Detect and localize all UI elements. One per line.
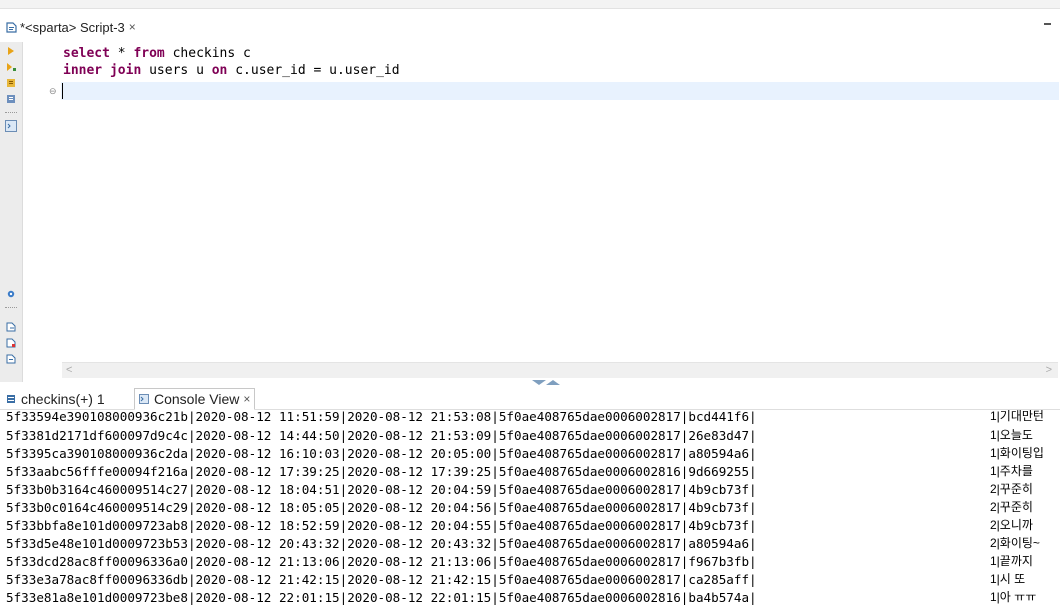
result-grid-icon xyxy=(7,395,15,403)
tab-console-label: Console View xyxy=(154,391,240,407)
console-row: 5f33bbfa8e101d0009723ab8|2020-08-12 18:5… xyxy=(6,518,757,533)
toolbar-separator xyxy=(5,112,17,115)
tab-script-3-label: *<sparta> Script-3 xyxy=(20,19,125,35)
export-icon[interactable] xyxy=(6,322,16,332)
console-row: 5f33d5e48e101d0009723b53|2020-08-12 20:4… xyxy=(6,536,757,551)
tab-results-checkins[interactable]: checkins(+) 1 xyxy=(6,389,105,409)
sql-script-icon xyxy=(6,21,17,33)
console-row: 5f33e3a78ac8ff00096336db|2020-08-12 21:4… xyxy=(6,572,757,587)
console-row: 5f33b0b3164c460009514c27|2020-08-12 18:0… xyxy=(6,482,757,497)
console-icon xyxy=(139,394,149,404)
execute-statement-icon[interactable] xyxy=(6,46,16,56)
load-plan-icon[interactable] xyxy=(6,94,16,104)
tab-console-view[interactable]: Console View × xyxy=(134,388,256,410)
code-lines: select * from checkins c inner join user… xyxy=(63,45,400,79)
execute-script-icon[interactable] xyxy=(6,62,16,72)
explain-plan-icon[interactable] xyxy=(6,78,16,88)
console-row-tail: 2|오니까 xyxy=(990,518,1033,532)
text-caret xyxy=(62,83,63,99)
editor-side-toolbar xyxy=(0,42,23,382)
scroll-left-icon[interactable]: < xyxy=(66,364,72,376)
window-top-strip xyxy=(0,0,1060,9)
console-row: 5f33e81a8e101d0009723be8|2020-08-12 22:0… xyxy=(6,590,757,605)
console-row-tail: 1|아 ㅠㅠ xyxy=(990,590,1037,604)
tab-close-icon[interactable]: × xyxy=(129,20,136,34)
console-row: 5f3381d2171df600097d9c4c|2020-08-12 14:4… xyxy=(6,428,757,443)
console-row: 5f33594e390108000936c21b|2020-08-12 11:5… xyxy=(6,410,757,424)
console-toggle-icon[interactable] xyxy=(5,120,17,132)
console-row-tail: 2|화이팅~ xyxy=(990,536,1040,550)
console-row-tail: 1|화이팅입 xyxy=(990,446,1044,460)
scroll-right-icon[interactable]: > xyxy=(1046,364,1052,376)
console-row-tail: 1|오늘도 xyxy=(990,428,1033,442)
console-tab-close-icon[interactable]: × xyxy=(243,392,250,406)
console-row-tail: 1|시 또 xyxy=(990,572,1026,586)
tab-results-label: checkins(+) 1 xyxy=(21,391,105,407)
console-row: 5f33dcd28ac8ff00096336a0|2020-08-12 21:1… xyxy=(6,554,757,569)
sql-editor[interactable]: ⊖ select * from checkins c inner join us… xyxy=(23,42,1059,362)
console-row-tail: 2|꾸준히 xyxy=(990,500,1033,514)
settings-gear-icon[interactable] xyxy=(6,289,16,299)
console-row-tail: 2|꾸준히 xyxy=(990,482,1033,496)
console-row-tail: 1|기대만턴 xyxy=(990,410,1044,423)
editor-horizontal-scrollbar[interactable]: < > xyxy=(62,362,1058,378)
code-line-2: inner join users u on c.user_id = u.user… xyxy=(63,63,400,78)
minimize-icon[interactable] xyxy=(1044,23,1051,25)
console-output[interactable]: 5f33594e390108000936c21b|2020-08-12 11:5… xyxy=(0,410,1060,613)
console-row: 5f33b0c0164c460009514c29|2020-08-12 18:0… xyxy=(6,500,757,515)
fold-marker-icon[interactable]: ⊖ xyxy=(49,86,57,97)
toolbar-separator xyxy=(5,307,17,310)
console-row: 5f33aabc56fffe00094f216a|2020-08-12 17:3… xyxy=(6,464,757,479)
console-row: 5f3395ca390108000936c2da|2020-08-12 16:1… xyxy=(6,446,757,461)
console-row-tail: 1|끝까지 xyxy=(990,554,1033,568)
new-script-icon[interactable] xyxy=(6,338,16,348)
code-line-1: select * from checkins c xyxy=(63,46,251,61)
current-line-highlight xyxy=(61,82,1059,100)
tab-script-3[interactable]: *<sparta> Script-3 × xyxy=(6,17,136,37)
results-tab-bar: checkins(+) 1 Console View × xyxy=(0,385,1060,410)
console-row-tail: 1|주차를 xyxy=(990,464,1033,478)
editor-tab-bar: *<sparta> Script-3 × xyxy=(0,15,1060,39)
open-file-icon[interactable] xyxy=(6,354,16,364)
